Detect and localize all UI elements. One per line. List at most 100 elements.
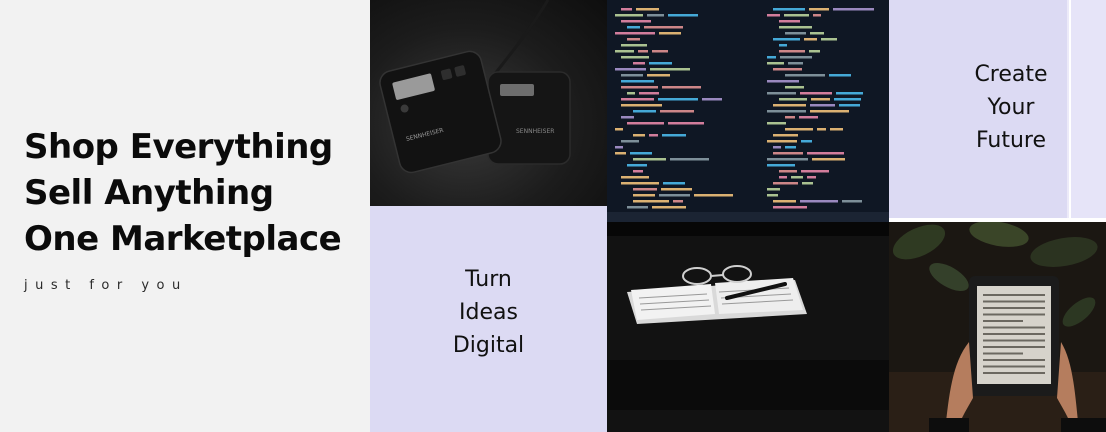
code-line-segment bbox=[773, 134, 798, 137]
code-line-segment bbox=[621, 98, 654, 101]
code-line-segment bbox=[633, 134, 645, 137]
code-line-segment bbox=[649, 62, 672, 65]
code-line-segment bbox=[810, 32, 824, 35]
code-line-segment bbox=[779, 50, 805, 53]
code-line-segment bbox=[662, 134, 686, 137]
code-line-segment bbox=[807, 152, 844, 155]
code-line-segment bbox=[799, 116, 818, 119]
code-line-segment bbox=[615, 32, 655, 35]
code-line-segment bbox=[659, 194, 690, 197]
code-line-segment bbox=[773, 146, 781, 149]
code-line-segment bbox=[621, 140, 639, 143]
code-line-segment bbox=[802, 182, 813, 185]
reader-text-line bbox=[983, 333, 1045, 335]
code-line-segment bbox=[773, 8, 805, 11]
code-line-segment bbox=[767, 164, 795, 167]
code-line-segment bbox=[779, 176, 787, 179]
code-line-segment bbox=[633, 170, 643, 173]
code-line-segment bbox=[615, 50, 634, 53]
code-line-segment bbox=[633, 110, 656, 113]
code-line-segment bbox=[627, 164, 647, 167]
code-line-segment bbox=[839, 104, 860, 107]
code-line-segment bbox=[785, 74, 825, 77]
code-line-segment bbox=[834, 98, 861, 101]
code-monitor-icon bbox=[607, 0, 889, 432]
code-line-segment bbox=[621, 74, 643, 77]
code-line-segment bbox=[810, 110, 849, 113]
code-line-segment bbox=[663, 182, 685, 185]
code-line-segment bbox=[661, 188, 692, 191]
hero-title: Shop Everything Sell Anything One Market… bbox=[24, 124, 342, 262]
code-line-segment bbox=[647, 74, 670, 77]
code-line-segment bbox=[767, 92, 796, 95]
code-line-segment bbox=[660, 110, 694, 113]
reader-text-line bbox=[983, 326, 1045, 329]
code-line-segment bbox=[767, 14, 780, 17]
code-line-segment bbox=[788, 62, 803, 65]
ereader-photo bbox=[889, 222, 1106, 432]
code-line-segment bbox=[644, 26, 683, 29]
code-line-segment bbox=[633, 158, 666, 161]
reader-text-line bbox=[983, 339, 1045, 342]
code-line-segment bbox=[621, 86, 658, 89]
code-line-segment bbox=[779, 20, 800, 23]
code-line-segment bbox=[633, 188, 657, 191]
code-line-segment bbox=[652, 50, 668, 53]
code-line-segment bbox=[842, 200, 862, 203]
code-line-segment bbox=[785, 32, 806, 35]
code-line-segment bbox=[668, 14, 698, 17]
reader-text-line bbox=[983, 294, 1045, 296]
reader-text-line bbox=[983, 352, 1023, 355]
brand-text-back: SENNHEISER bbox=[516, 128, 554, 135]
code-line-segment bbox=[621, 80, 654, 83]
reader-text-line bbox=[983, 300, 1045, 303]
hero-title-line-3: One Marketplace bbox=[24, 219, 342, 259]
code-line-segment bbox=[767, 62, 784, 65]
audio-receivers-photo: SENNHEISER SENNHEISER bbox=[370, 0, 607, 206]
code-line-segment bbox=[785, 86, 804, 89]
code-line-segment bbox=[633, 62, 645, 65]
code-line-segment bbox=[767, 188, 780, 191]
code-line-segment bbox=[658, 98, 698, 101]
code-line-segment bbox=[615, 146, 623, 149]
code-line-segment bbox=[784, 14, 809, 17]
code-line-segment bbox=[813, 14, 821, 17]
code-line-segment bbox=[702, 98, 722, 101]
code-line-segment bbox=[615, 128, 623, 131]
code-line-segment bbox=[621, 176, 649, 179]
code-line-segment bbox=[773, 206, 807, 209]
code-line-segment bbox=[773, 200, 796, 203]
code-line-segment bbox=[773, 68, 802, 71]
tile-ideas-line-3: Digital bbox=[452, 333, 525, 358]
code-line-segment bbox=[662, 86, 701, 89]
code-line-segment bbox=[807, 176, 816, 179]
create-your-future-text: Create Your Future bbox=[905, 58, 1106, 157]
code-line-segment bbox=[649, 134, 658, 137]
code-line-segment bbox=[812, 158, 845, 161]
code-line-segment bbox=[767, 110, 806, 113]
reader-text-line bbox=[983, 346, 1045, 348]
hero-title-line-1: Shop Everything bbox=[24, 127, 333, 167]
code-line-segment bbox=[785, 116, 795, 119]
code-line-segment bbox=[621, 56, 649, 59]
code-line-segment bbox=[767, 122, 786, 125]
code-line-segment bbox=[779, 170, 797, 173]
tile-future-line-1: Create bbox=[974, 62, 1048, 87]
code-line-segment bbox=[650, 68, 690, 71]
code-line-segment bbox=[767, 56, 776, 59]
reader-text-line bbox=[983, 320, 1023, 322]
tile-ideas-line-2: Ideas bbox=[459, 300, 518, 325]
code-line-segment bbox=[779, 98, 807, 101]
code-line-segment bbox=[804, 38, 817, 41]
code-line-segment bbox=[694, 194, 733, 197]
code-line-segment bbox=[800, 200, 838, 203]
tile-future-line-3: Future bbox=[975, 128, 1047, 153]
audio-receivers-icon: SENNHEISER SENNHEISER bbox=[379, 0, 571, 174]
code-line-segment bbox=[800, 92, 832, 95]
code-line-segment bbox=[833, 8, 874, 11]
code-line-segment bbox=[836, 92, 863, 95]
code-line-segment bbox=[801, 140, 812, 143]
code-line-segment bbox=[647, 14, 664, 17]
code-line-segment bbox=[638, 50, 648, 53]
code-line-segment bbox=[809, 50, 820, 53]
